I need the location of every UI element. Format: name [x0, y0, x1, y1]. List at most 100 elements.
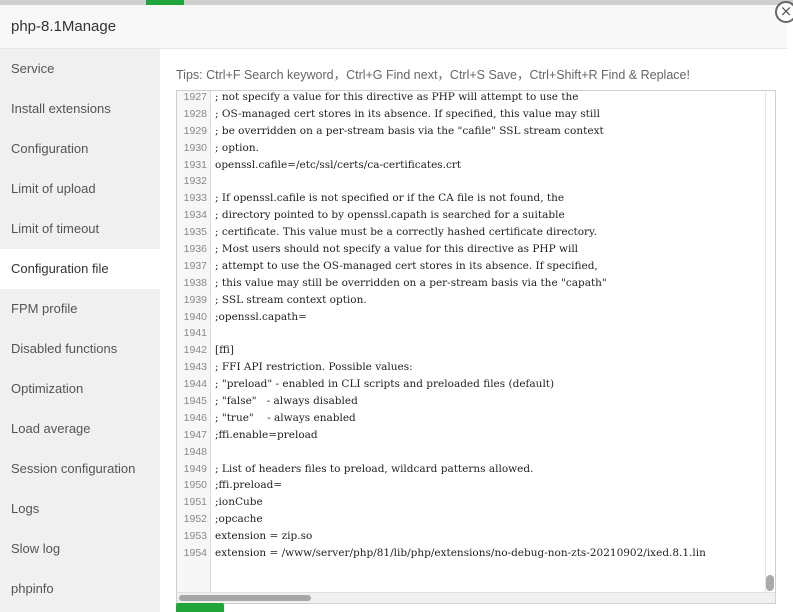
line-number: 1941: [183, 327, 207, 340]
code-line[interactable]: 1954 extension = /www/server/php/81/lib/p…: [177, 545, 767, 562]
line-number: 1942: [183, 344, 207, 357]
line-text: ;opcache: [215, 513, 263, 526]
code-line[interactable]: 1941: [177, 325, 767, 342]
code-line[interactable]: 1953 extension = zip.so: [177, 528, 767, 545]
editor-tips: Tips: Ctrl+F Search keyword，Ctrl+G Find …: [176, 68, 690, 82]
dialog-titlebar: php-8.1Manage: [0, 5, 787, 49]
line-text: ; this value may still be overridden on …: [215, 276, 607, 289]
sidebar-item-limit-of-upload[interactable]: Limit of upload: [0, 169, 160, 209]
line-text: ;ionCube: [215, 496, 263, 509]
close-icon[interactable]: ×: [775, 1, 793, 23]
line-number: 1947: [183, 428, 207, 441]
code-line[interactable]: 1927 ; not specify a value for this direc…: [177, 91, 767, 106]
line-number: 1952: [183, 513, 207, 526]
line-number: 1944: [183, 378, 207, 391]
line-text: ; List of headers files to preload, wild…: [215, 462, 534, 475]
line-text: ;ffi.enable=preload: [215, 428, 318, 441]
horizontal-scrollbar[interactable]: [177, 592, 775, 603]
sidebar-item-fpm-profile[interactable]: FPM profile: [0, 289, 160, 329]
code-lines[interactable]: 1927 ; not specify a value for this direc…: [177, 91, 767, 562]
code-line[interactable]: 1951 ;ionCube: [177, 494, 767, 511]
code-line[interactable]: 1933 ; If openssl.cafile is not specified…: [177, 190, 767, 207]
code-line[interactable]: 1948: [177, 444, 767, 461]
line-number: 1945: [183, 395, 207, 408]
sidebar-item-service[interactable]: Service: [0, 49, 160, 89]
line-number: 1927: [183, 91, 207, 103]
code-line[interactable]: 1945 ; "false" - always disabled: [177, 393, 767, 410]
code-line[interactable]: 1949 ; List of headers files to preload, …: [177, 461, 767, 478]
code-line[interactable]: 1939 ; SSL stream context option.: [177, 292, 767, 309]
code-line[interactable]: 1935 ; certificate. This value must be a …: [177, 224, 767, 241]
line-text: ; FFI API restriction. Possible values:: [215, 361, 413, 374]
line-number: 1948: [183, 445, 207, 458]
line-number: 1946: [183, 411, 207, 424]
code-line[interactable]: 1937 ; attempt to use the OS-managed cert…: [177, 258, 767, 275]
code-line[interactable]: 1942 [ffi]: [177, 342, 767, 359]
line-text: extension = /www/server/php/81/lib/php/e…: [215, 547, 706, 560]
code-line[interactable]: 1952 ;opcache: [177, 511, 767, 528]
line-number: 1949: [183, 462, 207, 475]
code-line[interactable]: 1946 ; "true" - always enabled: [177, 410, 767, 427]
line-number: 1943: [183, 361, 207, 374]
code-editor[interactable]: 1927 ; not specify a value for this direc…: [176, 90, 776, 604]
line-text: ; be overridden on a per-stream basis vi…: [215, 124, 604, 137]
sidebar-item-limit-of-timeout[interactable]: Limit of timeout: [0, 209, 160, 249]
line-text: extension = zip.so: [215, 530, 313, 543]
sidebar-item-load-average[interactable]: Load average: [0, 409, 160, 449]
vertical-scrollbar[interactable]: [765, 91, 775, 603]
sidebar-item-phpinfo[interactable]: phpinfo: [0, 569, 160, 609]
line-number: 1935: [183, 226, 207, 239]
line-number: 1950: [183, 479, 207, 492]
line-number: 1932: [183, 175, 207, 188]
line-text: [ffi]: [215, 344, 235, 357]
code-line[interactable]: 1950 ;ffi.preload=: [177, 477, 767, 494]
sidebar-item-configuration[interactable]: Configuration: [0, 129, 160, 169]
line-text: ; If openssl.cafile is not specified or …: [215, 192, 565, 205]
line-text: ; "true" - always enabled: [215, 411, 356, 424]
line-text: ; certificate. This value must be a corr…: [215, 226, 597, 239]
code-line[interactable]: 1947 ;ffi.enable=preload: [177, 427, 767, 444]
sidebar-item-slow-log[interactable]: Slow log: [0, 529, 160, 569]
sidebar-item-logs[interactable]: Logs: [0, 489, 160, 529]
dialog-title: php-8.1Manage: [11, 18, 117, 35]
sidebar-menu: Service Install extensions Configuration Li…: [0, 49, 160, 612]
code-line[interactable]: 1932: [177, 173, 767, 190]
line-number: 1954: [183, 547, 207, 560]
line-number: 1933: [183, 192, 207, 205]
code-line[interactable]: 1929 ; be overridden on a per-stream basi…: [177, 123, 767, 140]
line-number: 1953: [183, 530, 207, 543]
code-line[interactable]: 1928 ; OS-managed cert stores in its abse…: [177, 106, 767, 123]
code-line[interactable]: 1936 ; Most users should not specify a va…: [177, 241, 767, 258]
line-number: 1930: [183, 141, 207, 154]
line-text: ; option.: [215, 141, 259, 154]
code-line[interactable]: 1934 ; directory pointed to by openssl.ca…: [177, 207, 767, 224]
code-line[interactable]: 1938 ; this value may still be overridden…: [177, 275, 767, 292]
sidebar-item-session-configuration[interactable]: Session configuration: [0, 449, 160, 489]
line-text: ; "false" - always disabled: [215, 395, 358, 408]
sidebar-item-optimization[interactable]: Optimization: [0, 369, 160, 409]
php-manage-dialog: php-8.1Manage Service Install extensions C…: [0, 1, 793, 612]
line-number: 1936: [183, 243, 207, 256]
line-number: 1929: [183, 124, 207, 137]
vertical-scroll-thumb[interactable]: [766, 575, 774, 591]
sidebar-item-configuration-file[interactable]: Configuration file: [0, 249, 160, 289]
line-text: openssl.cafile=/etc/ssl/certs/ca-certifi…: [215, 158, 462, 171]
save-button[interactable]: [176, 603, 224, 612]
code-line[interactable]: 1940 ;openssl.capath=: [177, 309, 767, 326]
line-text: ;openssl.capath=: [215, 310, 307, 323]
line-number: 1931: [183, 158, 207, 171]
horizontal-scroll-thumb[interactable]: [179, 595, 311, 601]
line-number: 1940: [183, 310, 207, 323]
line-number: 1938: [183, 276, 207, 289]
code-line[interactable]: 1944 ; "preload" - enabled in CLI scripts…: [177, 376, 767, 393]
code-line[interactable]: 1930 ; option.: [177, 140, 767, 157]
line-text: ; directory pointed to by openssl.capath…: [215, 209, 565, 222]
line-text: ; attempt to use the OS-managed cert sto…: [215, 259, 598, 272]
line-number: 1939: [183, 293, 207, 306]
code-line[interactable]: 1943 ; FFI API restriction. Possible valu…: [177, 359, 767, 376]
sidebar-item-install-extensions[interactable]: Install extensions: [0, 89, 160, 129]
line-text: ;ffi.preload=: [215, 479, 283, 492]
code-line[interactable]: 1931 openssl.cafile=/etc/ssl/certs/ca-cer…: [177, 157, 767, 174]
sidebar-item-disabled-functions[interactable]: Disabled functions: [0, 329, 160, 369]
line-text: ; SSL stream context option.: [215, 293, 367, 306]
